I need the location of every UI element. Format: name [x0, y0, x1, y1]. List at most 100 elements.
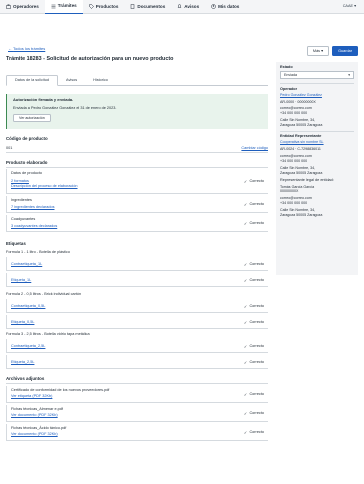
label-file-row: Contraetiqueta_2,5L ✓ Correcto [6, 339, 268, 353]
ingredients-link[interactable]: 7 ingredientes declarados [11, 205, 268, 210]
status-correct: ✓ Correcto [244, 430, 264, 435]
estado-label: Estado [280, 65, 293, 69]
tag-icon [88, 4, 94, 9]
chevron-down-icon: ▾ [348, 72, 350, 77]
status-label: Correcto [249, 179, 264, 184]
attachment-link[interactable]: Ver etiqueta (PDF 32Kb) [11, 394, 268, 399]
tab-avisos[interactable]: Avisos [58, 75, 85, 85]
attachment-row: Fichas técnicas_Ácido tánico.pdf Ver doc… [6, 424, 268, 441]
status-label: Correcto [249, 320, 264, 325]
entidad-name-link[interactable]: Cooperativa sin nombre SL [280, 140, 354, 145]
label-file-link[interactable]: Etiqueta_0,5L [11, 320, 268, 325]
label-file-row: Contraetiqueta_0,5L ✓ Correcto [6, 299, 268, 313]
nav-productos[interactable]: Productos [83, 0, 125, 14]
estado-select[interactable]: Enviada ▾ [280, 71, 354, 80]
save-button[interactable]: Guardar [332, 46, 358, 56]
attachment-row: Fichas técnicas_Almenar e.pdf Ver docume… [6, 405, 268, 422]
attachment-name: Fichas técnicas_Ácido tánico.pdf [11, 426, 67, 430]
product-code-value: 001 [6, 146, 13, 150]
banner-subtitle: Enviada a Pedro González González el 31 … [13, 105, 117, 110]
nav-avisos[interactable]: Avisos [171, 0, 205, 14]
attachment-name: Certificado de conformidad de los nuevos… [11, 388, 110, 392]
nav-operadores[interactable]: Operadores [0, 0, 45, 14]
attachment-link[interactable]: Ver documento (PDF 32Kb) [11, 432, 268, 437]
operador-label: Operador [280, 86, 298, 91]
label-file-row: Etiqueta_0,5L ✓ Correcto [6, 315, 268, 329]
back-link[interactable]: ← Todos los trámites [8, 46, 45, 52]
arrow-left-icon: ← [8, 46, 12, 51]
status-correct: ✓ Correcto [244, 202, 264, 207]
check-icon: ✓ [243, 304, 248, 309]
status-correct: ✓ Correcto [244, 262, 264, 267]
ingredients-row: Ingredientes 7 ingredientes declarados ✓… [6, 196, 268, 213]
product-code-heading: Código de producto [6, 136, 48, 141]
label-file-link[interactable]: Contraetiqueta_0,5L [11, 304, 268, 309]
nav-documentos[interactable]: Documentos [124, 0, 171, 14]
tab-datos-solicitud[interactable]: Datos de la solicitud [6, 75, 58, 86]
chevron-down-icon: ▾ [354, 4, 356, 8]
nav-label: Trámites [57, 3, 77, 9]
nav-label: Mis datos [218, 3, 240, 9]
banner-title: Autorización firmada y enviada. [13, 97, 74, 102]
nav-tramites[interactable]: Trámites [44, 0, 83, 14]
estado-section: Estado Enviada ▾ [280, 65, 354, 80]
entidad-section: Entidad Representante Cooperativa sin no… [280, 134, 354, 175]
nav-mis-datos[interactable]: Mis datos [205, 0, 245, 14]
check-icon: ✓ [243, 278, 248, 283]
label-file-link[interactable]: Contraetiqueta_1L [11, 262, 268, 267]
legal-rep-label: Representante legal de entidad: [280, 178, 334, 183]
formats-link[interactable]: 2 formatos [11, 179, 268, 184]
operador-line: +34 000 000 000 [280, 111, 308, 116]
status-label: Correcto [249, 344, 264, 349]
list-icon [51, 4, 56, 8]
attachment-link[interactable]: Ver documento (PDF 32Kb) [11, 413, 268, 418]
more-button[interactable]: Más ▾ [306, 46, 330, 56]
formula-title: Formula 1 - 1 litro - Botella de plástic… [6, 250, 70, 254]
nav-label: Productos [95, 3, 119, 9]
row-label: Coadyuvantes [11, 217, 36, 221]
entidad-line: AR-0024 · C-7298836011 [280, 147, 321, 152]
estado-value: Enviada [284, 72, 297, 77]
top-navigation: Operadores Trámites Productos Documentos… [0, 0, 364, 14]
page-title: Trámite 18283 - Solicitud de autorizació… [6, 56, 174, 62]
label-file-link[interactable]: Contraetiqueta_2,5L [11, 344, 268, 349]
label-file-link[interactable]: Etiqueta_1L [11, 278, 268, 283]
tab-historico[interactable]: Historico [85, 75, 116, 85]
status-correct: ✓ Correcto [244, 320, 264, 325]
process-description-link[interactable]: Descripción del proceso de elaboración [11, 184, 268, 189]
entidad-line: Zaragoza 50005 Zaragoza [280, 170, 323, 175]
operador-section: Operador Pedro González González AR-0000… [280, 87, 354, 128]
check-icon: ✓ [243, 430, 248, 435]
status-correct: ✓ Correcto [244, 344, 264, 349]
operador-name-link[interactable]: Pedro González González [280, 93, 354, 98]
chevron-down-icon: ▾ [321, 48, 324, 53]
document-icon [131, 4, 135, 9]
check-icon: ✓ [243, 179, 248, 184]
change-code-link[interactable]: Cambiar código [241, 146, 268, 151]
coadjuvants-row: Coadyuvantes 3 coadyuvantes declarados ✓… [6, 215, 268, 232]
org-selector[interactable]: CAAE ▾ [343, 4, 356, 9]
check-icon: ✓ [243, 262, 248, 267]
status-label: Correcto [249, 202, 264, 207]
legal-line: Zaragoza 50005 Zaragoza [280, 212, 323, 217]
view-authorization-button[interactable]: Ver autorización [13, 114, 51, 123]
attachments-heading: Archivos adjuntos [6, 376, 45, 381]
coadjuvants-link[interactable]: 3 coadyuvantes declarados [11, 224, 268, 229]
status-correct: ✓ Correcto [244, 221, 264, 226]
legal-line: +34 000 000 000 [280, 201, 308, 206]
status-label: Correcto [249, 278, 264, 283]
product-data-row: Datos de producto 2 formatos Descripción… [6, 169, 268, 194]
attachment-name: Fichas técnicas_Almenar e.pdf [11, 407, 63, 411]
divider [6, 167, 268, 168]
formula-title: Formula 3 - 2,5 litros - Botella vidrio … [6, 332, 90, 336]
label-file-link[interactable]: Etiqueta_2,5L [11, 360, 268, 365]
entidad-line: +34 000 000 000 [280, 158, 308, 163]
tab-bar: Datos de la solicitud Avisos Historico [6, 75, 268, 86]
divider [280, 83, 354, 84]
product-code-row: 001 Cambiar código [6, 146, 268, 151]
row-label: Datos de producto [11, 171, 43, 175]
status-correct: ✓ Correcto [244, 360, 264, 365]
status-label: Correcto [249, 304, 264, 309]
org-label: CAAE [342, 4, 354, 8]
nav-label: Documentos [137, 3, 166, 9]
